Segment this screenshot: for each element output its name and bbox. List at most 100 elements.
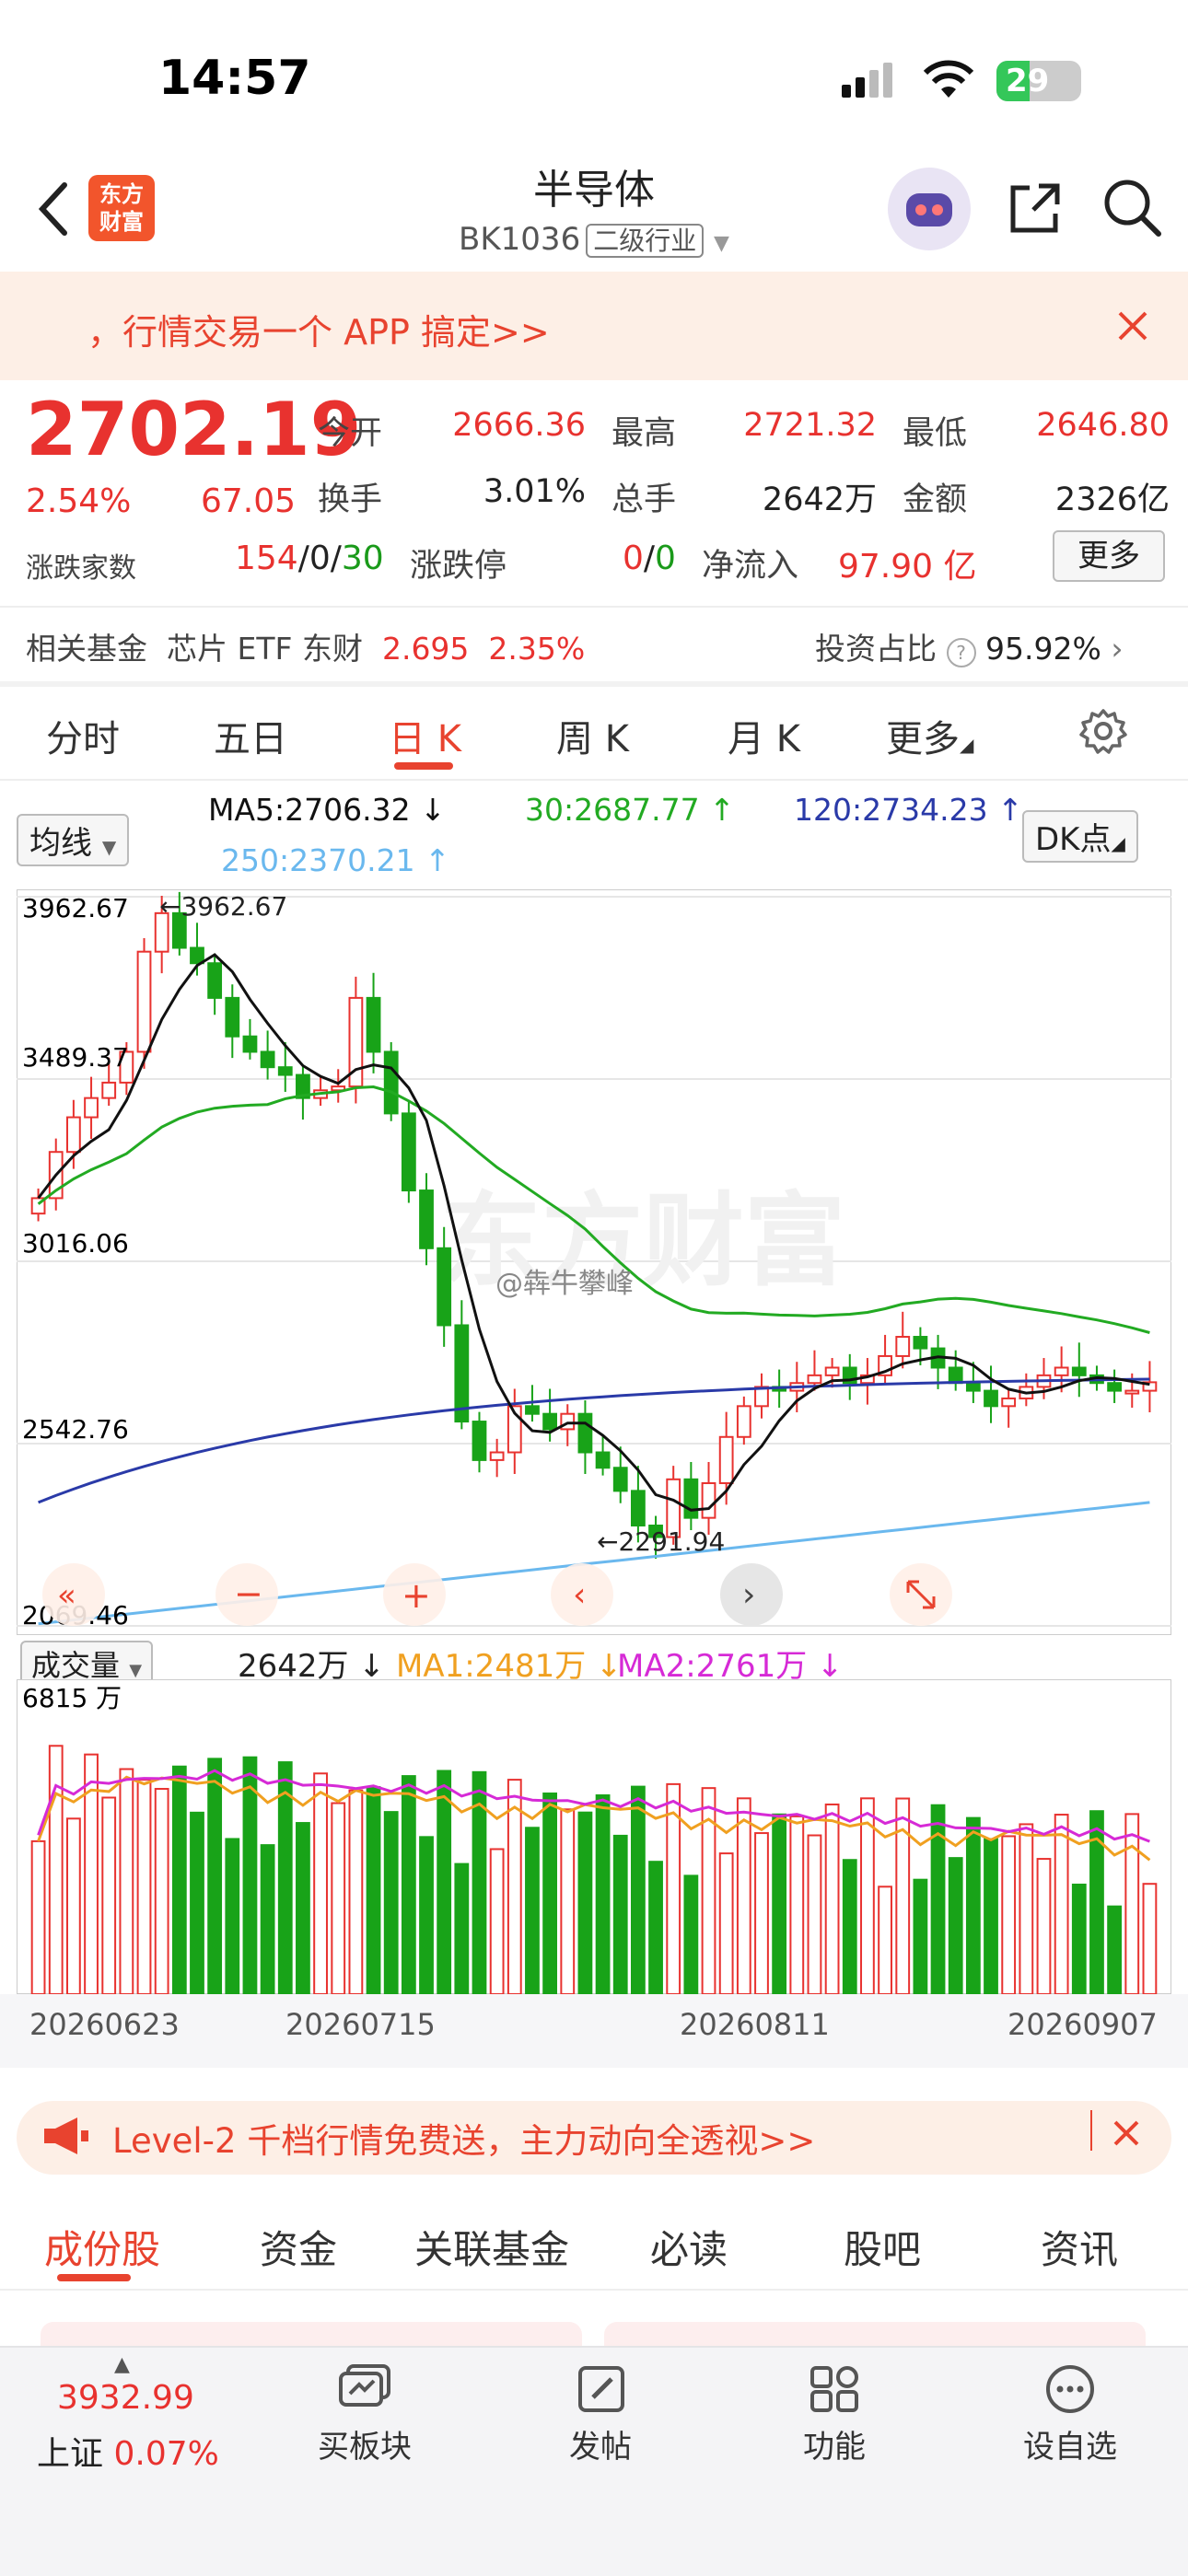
tab-day-k[interactable]: 日 K	[389, 709, 461, 762]
divider	[0, 2289, 1188, 2291]
volume-bar	[366, 1786, 381, 1994]
search-icon[interactable]	[1101, 177, 1162, 241]
volume-bar	[171, 1765, 187, 1994]
double-left-icon: «	[57, 1577, 76, 1614]
candlestick-chart[interactable]: 东方财富 @犇牛攀峰 3962.67 3489.37 3016.06 2542.…	[17, 889, 1171, 1635]
share-icon[interactable]	[1006, 179, 1065, 241]
tab-week-k[interactable]: 周 K	[556, 709, 629, 762]
open-value: 2666.36	[452, 407, 586, 444]
divider	[0, 606, 1188, 608]
candle	[895, 1336, 911, 1357]
price-tick-3: 2542.76	[22, 1414, 129, 1445]
volume-bar	[419, 1836, 434, 1994]
volume-bar	[383, 1811, 399, 1994]
price-tick-1: 3489.37	[22, 1042, 129, 1073]
volume-bar	[560, 1808, 576, 1994]
current-price: 2702.19	[26, 387, 362, 472]
volume-label: 总手	[611, 482, 677, 518]
candle	[366, 996, 381, 1053]
tab-more[interactable]: 更多◢	[886, 709, 973, 762]
candle	[260, 1050, 275, 1069]
candle	[701, 1481, 716, 1519]
tab-month-k[interactable]: 月 K	[728, 709, 800, 762]
high-value: 2721.32	[743, 407, 877, 444]
more-button[interactable]: 更多	[1053, 530, 1165, 582]
ma250-value: 250:2370.21 ↑	[221, 842, 450, 878]
volume-bar	[225, 1838, 240, 1994]
settings-gear-icon[interactable]	[1079, 707, 1127, 759]
amount-value: 2326亿	[1054, 482, 1170, 518]
low-label: 最低	[903, 415, 968, 452]
nav-buy-sector[interactable]: 买板块	[291, 2362, 438, 2466]
robot-avatar[interactable]	[888, 168, 971, 250]
index-value[interactable]: 3932.99	[57, 2379, 194, 2417]
tab-constituents[interactable]: 成份股	[44, 2219, 160, 2275]
nav-add-watchlist[interactable]: 设自选	[996, 2362, 1144, 2466]
volume-bar	[437, 1770, 452, 1994]
tab-minute[interactable]: 分时	[46, 709, 120, 762]
fund-row[interactable]: 相关基金 芯片 ETF 东财 2.695 2.35%	[26, 624, 585, 668]
turnover-value: 3.01%	[483, 473, 586, 510]
tab-news[interactable]: 资讯	[1041, 2219, 1118, 2275]
inflow-value: 97.90 亿	[838, 548, 977, 586]
change-value: 67.05	[201, 482, 297, 520]
volume-bar	[1019, 1823, 1034, 1994]
close-icon[interactable]	[1111, 2118, 1142, 2152]
volume-bar	[454, 1862, 470, 1994]
nav-post[interactable]: 发帖	[527, 2362, 674, 2466]
candle	[736, 1405, 751, 1438]
candle	[630, 1490, 646, 1527]
candle	[824, 1366, 840, 1376]
caret-up-icon: ▲	[114, 2353, 130, 2376]
index-ticker[interactable]: 上证 0.07%	[37, 2427, 219, 2475]
candle	[984, 1389, 998, 1408]
volume-bar	[489, 1848, 505, 1994]
volume-bar	[718, 1852, 734, 1994]
candle	[472, 1421, 487, 1461]
candle	[136, 950, 152, 1053]
candle	[913, 1336, 928, 1350]
tab-capital[interactable]: 资金	[260, 2219, 337, 2275]
volume-bar	[507, 1779, 522, 1994]
volume-bar	[842, 1859, 857, 1994]
change-pct: 2.54%	[26, 482, 132, 520]
volume-bar	[1107, 1905, 1123, 1994]
tab-related-fund[interactable]: 关联基金	[414, 2219, 569, 2275]
candle	[807, 1374, 822, 1385]
volume-bar	[1001, 1835, 1017, 1994]
breadth-label: 涨跌家数	[26, 552, 136, 585]
volume-bar	[824, 1803, 840, 1994]
candle	[577, 1412, 593, 1454]
dk-point-select[interactable]: DK点◢	[1022, 810, 1138, 863]
inflow-label: 净流入	[702, 548, 799, 585]
close-icon[interactable]	[1114, 307, 1151, 348]
candle	[65, 1116, 81, 1154]
volume-bar	[1054, 1814, 1069, 1994]
fund-ratio[interactable]: 投资占比 ? 95.92% ›	[815, 624, 1124, 668]
tab-must-read[interactable]: 必读	[650, 2219, 728, 2275]
help-icon: ?	[946, 638, 976, 667]
high-annotation: ←3962.67	[159, 891, 287, 922]
candle	[542, 1412, 558, 1431]
candle	[419, 1189, 434, 1249]
tab-5day[interactable]: 五日	[214, 709, 287, 762]
nav-functions[interactable]: 功能	[761, 2362, 908, 2466]
industry-tag: 二级行业	[586, 224, 705, 258]
volume-bar	[207, 1758, 223, 1994]
candle	[225, 996, 240, 1038]
indicator-select[interactable]: 均线 ▼	[17, 814, 130, 866]
high-label: 最高	[611, 415, 677, 452]
more-dots-icon	[1046, 2365, 1094, 2413]
volume-chart[interactable]: 6815 万	[17, 1679, 1171, 1994]
volume-bar	[895, 1797, 911, 1994]
volume-bar	[313, 1772, 328, 1994]
dropdown-icon: ▼	[714, 232, 729, 255]
open-label: 今开	[318, 415, 383, 452]
volume-bar	[878, 1886, 892, 1994]
volume-bar	[525, 1827, 540, 1994]
ma5-value: MA5:2706.32 ↓	[208, 792, 446, 828]
signal-icon	[840, 61, 893, 103]
tab-forum[interactable]: 股吧	[844, 2219, 921, 2275]
ma30-value: 30:2687.77 ↑	[525, 792, 735, 828]
candle	[525, 1405, 540, 1415]
